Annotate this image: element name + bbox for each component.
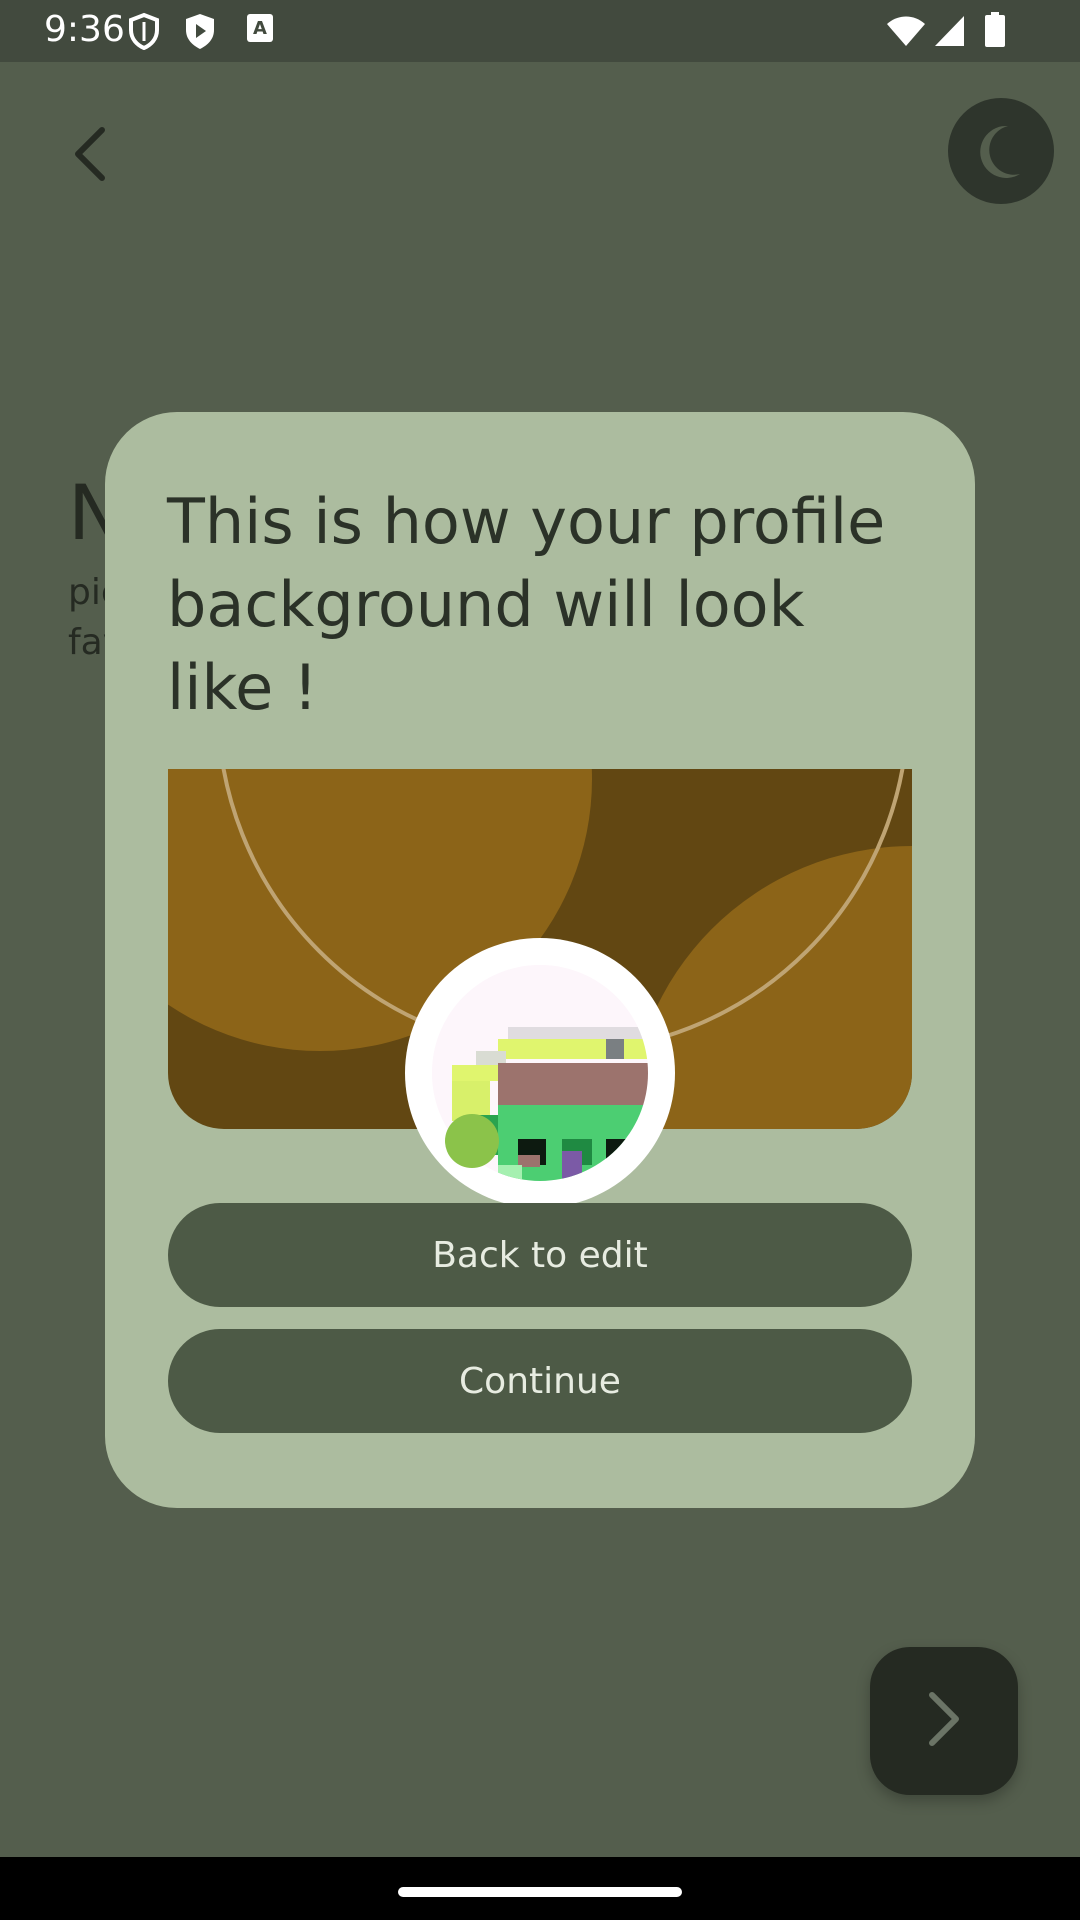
chevron-right-icon <box>929 1692 959 1746</box>
profile-background-preview-dialog: This is how your profile background will… <box>105 412 975 1508</box>
chevron-left-icon <box>75 127 105 181</box>
status-time: 9:36 <box>44 9 125 50</box>
moon-icon <box>980 125 1020 178</box>
shield-play-icon <box>186 14 214 49</box>
back-button[interactable] <box>58 112 128 192</box>
home-indicator[interactable] <box>398 1887 682 1897</box>
svg-text:A: A <box>253 18 267 39</box>
status-bar: 9:36 A <box>0 0 1080 62</box>
back-to-edit-button[interactable]: Back to edit <box>168 1203 912 1307</box>
online-status-indicator <box>445 1114 499 1168</box>
avatar <box>405 938 675 1208</box>
signal-icon <box>935 16 964 46</box>
wifi-icon <box>887 16 925 46</box>
theme-toggle-button[interactable] <box>948 98 1054 204</box>
battery-icon <box>985 12 1005 47</box>
next-button[interactable] <box>870 1647 1018 1795</box>
continue-button[interactable]: Continue <box>168 1329 912 1433</box>
shield-outline-icon <box>129 12 159 50</box>
keyboard-a-icon: A <box>247 14 273 42</box>
dialog-title: This is how your profile background will… <box>167 485 886 724</box>
navigation-bar <box>0 1857 1080 1920</box>
